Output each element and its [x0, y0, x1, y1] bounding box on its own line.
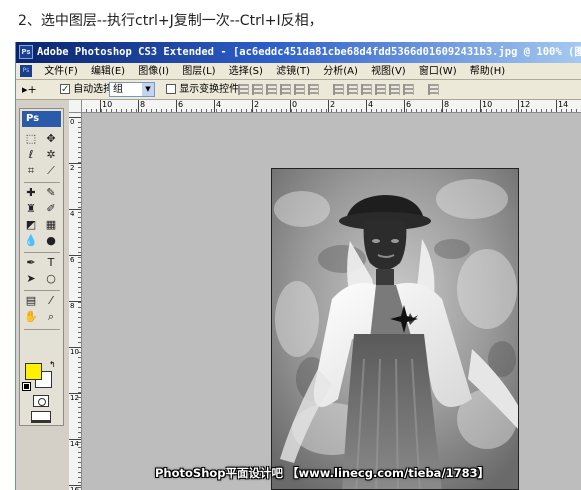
align-top-icon[interactable] [238, 84, 249, 95]
menu-edit[interactable]: 编辑(E) [86, 63, 130, 80]
chevron-down-icon[interactable]: ▼ [142, 83, 154, 96]
image-canvas[interactable] [271, 168, 519, 490]
ruler-tick-label: 10 [69, 347, 81, 356]
zoom-tool-icon[interactable]: ⌕ [42, 309, 60, 325]
align-distribute-buttons [238, 84, 442, 96]
photoshop-window: Ps Adobe Photoshop CS3 Extended - [ac6edd… [15, 42, 581, 490]
ruler-tick-label: 14 [556, 100, 568, 112]
ruler-tick-label: 8 [138, 100, 145, 112]
lasso-tool-icon[interactable]: ℓ [22, 147, 40, 163]
align-hcenter-icon[interactable] [294, 84, 305, 95]
align-left-icon[interactable] [280, 84, 291, 95]
show-transform-checkbox[interactable] [166, 84, 176, 94]
hand-tool-icon[interactable]: ✋ [22, 309, 40, 325]
photoshop-app-icon: Ps [19, 45, 33, 59]
auto-align-icon[interactable] [428, 84, 439, 95]
history-brush-icon[interactable]: ✐ [42, 201, 60, 217]
screen-mode-icon[interactable] [31, 411, 51, 423]
type-tool-icon[interactable]: T [42, 255, 60, 271]
ruler-tick-label: 6 [404, 100, 411, 112]
horizontal-ruler[interactable]: 10 8 6 4 2 0 2 4 6 8 10 12 14 [82, 100, 581, 113]
default-colors-icon[interactable] [22, 382, 31, 391]
options-bar: ▸+ 自动选择: 组 ▼ 显示变换控件 [16, 80, 581, 100]
crop-tool-icon[interactable]: ⌗ [22, 163, 40, 179]
window-titlebar[interactable]: Ps Adobe Photoshop CS3 Extended - [ac6edd… [16, 42, 581, 63]
menu-help[interactable]: 帮助(H) [465, 63, 510, 80]
menu-view[interactable]: 视图(V) [366, 63, 411, 80]
path-select-icon[interactable]: ➤ [22, 271, 40, 287]
menu-image[interactable]: 图像(I) [133, 63, 174, 80]
auto-select-dropdown[interactable]: 组 ▼ [109, 82, 155, 97]
ruler-tick-label: 12 [69, 393, 81, 402]
ruler-tick-label: 6 [176, 100, 183, 112]
align-vcenter-icon[interactable] [252, 84, 263, 95]
eyedropper-icon[interactable]: ⁄ [42, 293, 60, 309]
distribute-bottom-icon[interactable] [361, 84, 372, 95]
menu-bar: Ps 文件(F) 编辑(E) 图像(I) 图层(L) 选择(S) 滤镜(T) 分… [16, 63, 581, 80]
move-tool-icon[interactable]: ✥ [42, 131, 60, 147]
show-transform-label: 显示变换控件 [179, 84, 240, 95]
brush-tool-icon[interactable]: ✎ [42, 185, 60, 201]
inverted-photo [272, 169, 518, 489]
ruler-tick-label: 0 [290, 100, 297, 112]
ruler-tick-label: 2 [252, 100, 259, 112]
notes-tool-icon[interactable]: ▤ [22, 293, 40, 309]
ruler-tick-label: 4 [69, 209, 81, 218]
marquee-tool-icon[interactable]: ⬚ [22, 131, 40, 147]
distribute-vcenter-icon[interactable] [347, 84, 358, 95]
distribute-top-icon[interactable] [333, 84, 344, 95]
blur-tool-icon[interactable]: 💧 [22, 233, 40, 249]
gradient-tool-icon[interactable]: ▦ [42, 217, 60, 233]
quick-mask-icon[interactable] [33, 395, 49, 407]
clone-stamp-icon[interactable]: ♜ [22, 201, 40, 217]
menu-filter[interactable]: 滤镜(T) [271, 63, 315, 80]
distribute-hcenter-icon[interactable] [389, 84, 400, 95]
document-workspace [82, 113, 581, 490]
ruler-tick-label: 10 [100, 100, 112, 112]
ruler-tick-label: 6 [69, 255, 81, 264]
ruler-tick-label: 10 [480, 100, 492, 112]
document-icon[interactable]: Ps [20, 65, 32, 77]
show-transform-option[interactable]: 显示变换控件 [166, 82, 239, 97]
photoshop-logo: Ps [22, 111, 61, 127]
swap-colors-icon[interactable]: ↰ [49, 360, 56, 369]
ruler-tick-label: 0 [69, 117, 81, 126]
menu-analysis[interactable]: 分析(A) [318, 63, 363, 80]
ruler-tick-label: 16 [69, 485, 81, 490]
ruler-tick-label: 2 [328, 100, 335, 112]
auto-select-value: 组 [113, 84, 123, 95]
ruler-tick-label: 4 [366, 100, 373, 112]
foreground-color-swatch[interactable] [25, 363, 42, 380]
distribute-right-icon[interactable] [403, 84, 414, 95]
toolbox-panel: Ps ⬚ ✥ ℓ ✲ ⌗ ⟋ ✚ ✎ ♜ ✐ ◩ ▦ 💧 ● ✒ T ➤ ○ ▤… [19, 108, 64, 426]
menu-file[interactable]: 文件(F) [39, 63, 83, 80]
ruler-origin[interactable] [69, 100, 82, 113]
ruler-tick-label: 14 [69, 439, 81, 448]
menu-layer[interactable]: 图层(L) [177, 63, 220, 80]
eraser-tool-icon[interactable]: ◩ [22, 217, 40, 233]
distribute-left-icon[interactable] [375, 84, 386, 95]
watermark: PhotoShop平面设计吧 【www.linecg.com/tieba/178… [155, 466, 490, 480]
shape-tool-icon[interactable]: ○ [42, 271, 60, 287]
ruler-tick-label: 2 [69, 163, 81, 172]
ruler-tick-label: 8 [69, 301, 81, 310]
align-bottom-icon[interactable] [266, 84, 277, 95]
healing-brush-icon[interactable]: ✚ [22, 185, 40, 201]
tool-preset-picker[interactable]: ▸+ [22, 82, 50, 97]
window-title: Adobe Photoshop CS3 Extended - [ac6eddc4… [37, 46, 581, 58]
pen-tool-icon[interactable]: ✒ [22, 255, 40, 271]
ruler-tick-label: 4 [214, 100, 221, 112]
menu-window[interactable]: 窗口(W) [414, 63, 462, 80]
ruler-tick-label: 8 [442, 100, 449, 112]
dodge-tool-icon[interactable]: ● [42, 233, 60, 249]
align-right-icon[interactable] [308, 84, 319, 95]
auto-select-checkbox[interactable] [60, 82, 70, 97]
vertical-ruler[interactable]: 0 2 4 6 8 10 12 14 16 [69, 113, 82, 490]
slice-tool-icon[interactable]: ⟋ [42, 163, 60, 179]
magic-wand-icon[interactable]: ✲ [42, 147, 60, 163]
tutorial-caption: 2、选中图层--执行ctrl+J复制一次--Ctrl+I反相， [18, 13, 323, 29]
ruler-tick-label: 12 [518, 100, 530, 112]
menu-select[interactable]: 选择(S) [224, 63, 268, 80]
